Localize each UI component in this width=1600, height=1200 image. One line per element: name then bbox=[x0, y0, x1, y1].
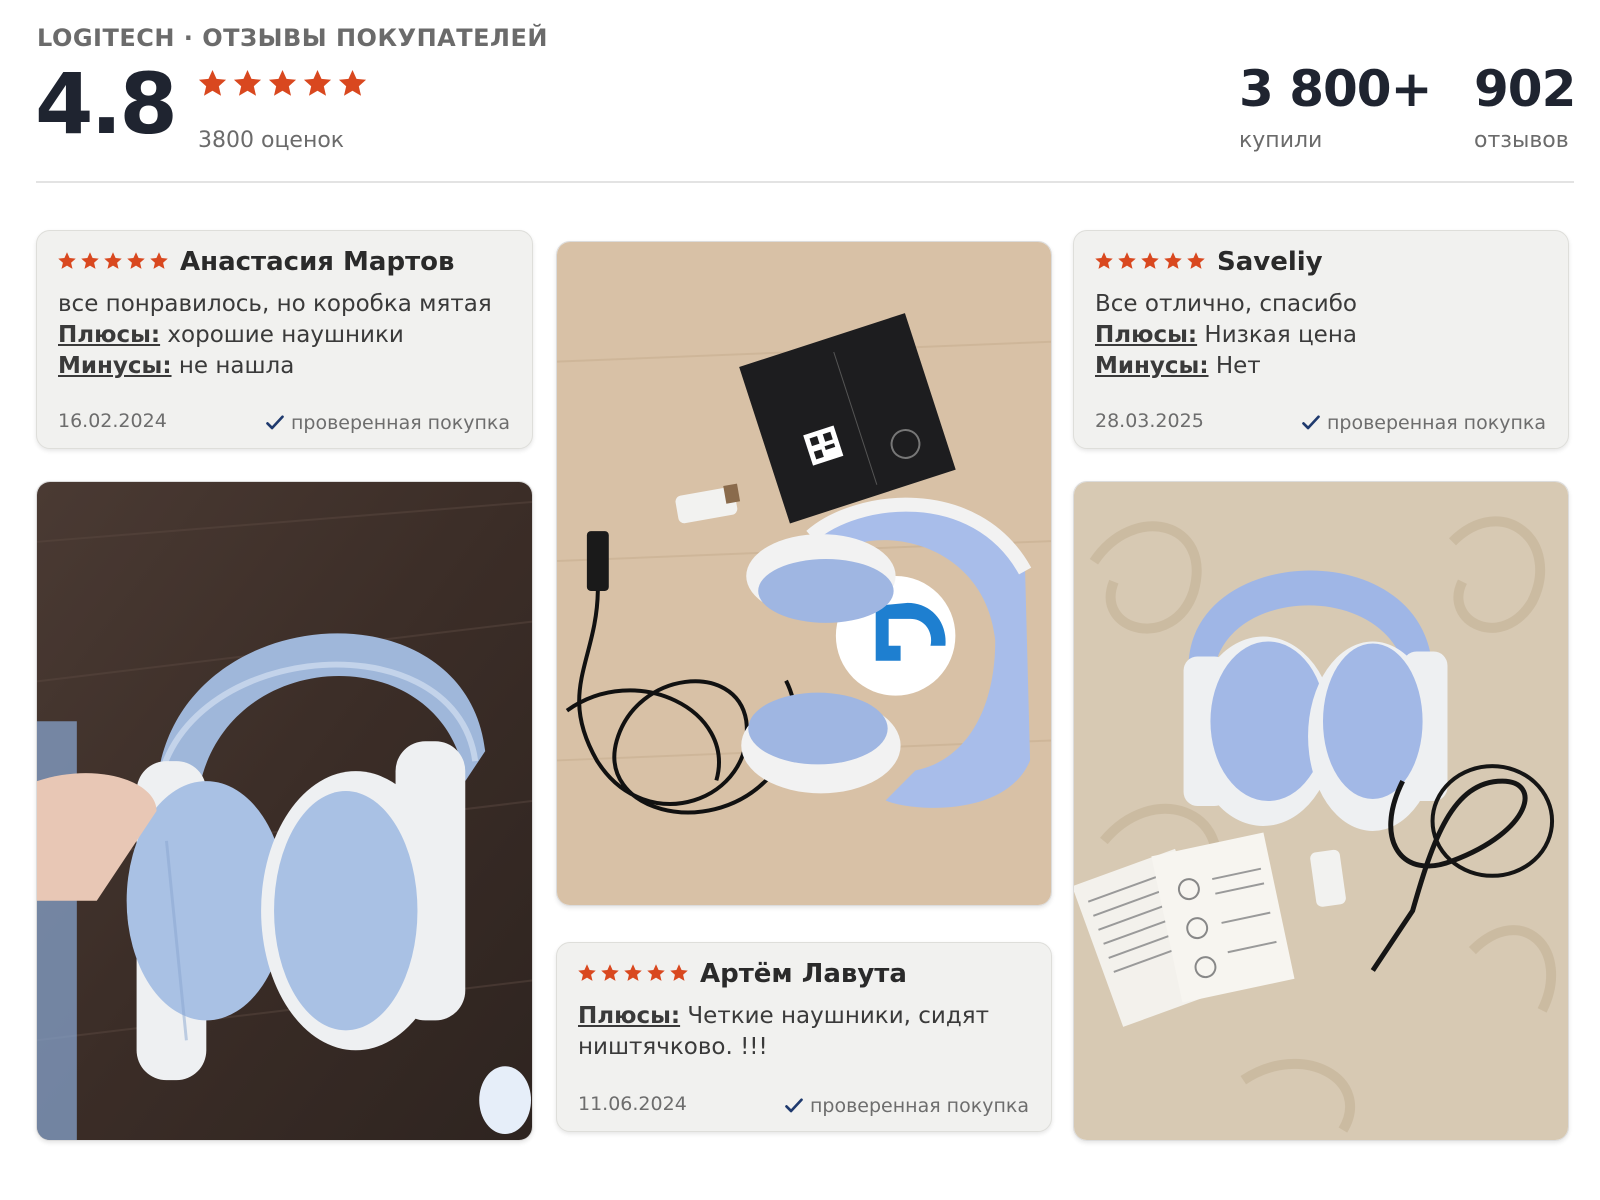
review-card[interactable]: Saveliy Все отлично, спасибо Плюсы: Низк… bbox=[1073, 230, 1569, 449]
reviews-count: 902 bbox=[1474, 60, 1576, 118]
buyers-stat: 3 800+ купили bbox=[1239, 60, 1432, 153]
review-author: Артём Лавута bbox=[700, 959, 907, 989]
review-date: 11.06.2024 bbox=[578, 1093, 687, 1115]
review-card[interactable]: Артём Лавута Плюсы: Четкие наушники, сид… bbox=[556, 942, 1052, 1132]
star-icon bbox=[1187, 252, 1205, 269]
star-icon bbox=[268, 69, 297, 96]
star-icon bbox=[624, 964, 642, 981]
review-author: Анастасия Мартов bbox=[180, 247, 455, 277]
star-icon bbox=[338, 69, 367, 96]
verified-purchase: проверенная покупка bbox=[1301, 412, 1546, 434]
star-icon bbox=[1141, 252, 1159, 269]
star-icon bbox=[233, 69, 262, 96]
review-stars bbox=[57, 251, 169, 271]
pros-text: хорошие наушники bbox=[167, 322, 404, 348]
verified-purchase: проверенная покупка bbox=[784, 1095, 1029, 1117]
review-text: все понравилось, но коробка мятая bbox=[58, 291, 492, 317]
review-pros: Плюсы: хорошие наушники bbox=[58, 320, 514, 351]
headphones-unboxing-photo bbox=[557, 242, 1051, 905]
checkmark-icon bbox=[1302, 415, 1320, 430]
review-cons: Минусы: не нашла bbox=[58, 351, 514, 382]
review-date: 28.03.2025 bbox=[1095, 410, 1204, 432]
star-icon bbox=[81, 252, 99, 269]
cons-text: не нашла bbox=[178, 353, 295, 379]
star-icon bbox=[601, 964, 619, 981]
checkmark-icon bbox=[785, 1098, 803, 1113]
star-icon bbox=[647, 964, 665, 981]
star-icon bbox=[58, 252, 76, 269]
pros-label: Плюсы: bbox=[1095, 322, 1198, 348]
review-body: все понравилось, но коробка мятая Плюсы:… bbox=[58, 289, 514, 382]
reviews-label: отзывов bbox=[1474, 128, 1569, 153]
headphones-photo bbox=[37, 482, 532, 1140]
review-date: 16.02.2024 bbox=[58, 410, 167, 432]
cons-label: Минусы: bbox=[1095, 353, 1209, 379]
review-author: Saveliy bbox=[1217, 247, 1323, 277]
ratings-count: 3800 оценок bbox=[198, 128, 345, 153]
star-icon bbox=[670, 964, 688, 981]
verified-label: проверенная покупка bbox=[809, 1095, 1029, 1117]
star-icon bbox=[1095, 252, 1113, 269]
star-icon bbox=[303, 69, 332, 96]
average-rating: 4.8 bbox=[35, 55, 178, 153]
review-body: Все отлично, спасибо Плюсы: Низкая цена … bbox=[1095, 289, 1550, 382]
star-icon bbox=[1118, 252, 1136, 269]
rating-stars bbox=[197, 68, 368, 99]
star-icon bbox=[578, 964, 596, 981]
review-pros: Плюсы: Четкие наушники, сидят ништячково… bbox=[578, 1001, 1033, 1063]
review-cons: Минусы: Нет bbox=[1095, 351, 1550, 382]
review-text: Все отлично, спасибо bbox=[1095, 291, 1357, 317]
headphones-carpet-photo bbox=[1074, 482, 1568, 1140]
pros-label: Плюсы: bbox=[578, 1003, 681, 1029]
review-stars bbox=[1094, 251, 1206, 271]
brand-title: LOGITECH · ОТЗЫВЫ ПОКУПАТЕЛЕЙ bbox=[37, 24, 548, 52]
verified-label: проверенная покупка bbox=[290, 412, 510, 434]
review-body: Плюсы: Четкие наушники, сидят ништячково… bbox=[578, 1001, 1033, 1063]
review-photo-right[interactable] bbox=[1073, 481, 1569, 1141]
star-icon bbox=[127, 252, 145, 269]
rating-summary: LOGITECH · ОТЗЫВЫ ПОКУПАТЕЛЕЙ 4.8 3800 о… bbox=[35, 24, 1576, 184]
buyers-count: 3 800+ bbox=[1239, 60, 1432, 118]
verified-purchase: проверенная покупка bbox=[265, 412, 510, 434]
pros-text: Низкая цена bbox=[1204, 322, 1357, 348]
cons-label: Минусы: bbox=[58, 353, 172, 379]
star-icon bbox=[150, 252, 168, 269]
reviews-stat: 902 отзывов bbox=[1474, 60, 1576, 153]
star-icon bbox=[198, 69, 227, 96]
header-divider bbox=[36, 181, 1574, 183]
star-icon bbox=[1164, 252, 1182, 269]
review-stars bbox=[577, 963, 689, 983]
buyers-label: купили bbox=[1239, 128, 1323, 153]
cons-text: Нет bbox=[1215, 353, 1261, 379]
star-icon bbox=[104, 252, 122, 269]
review-pros: Плюсы: Низкая цена bbox=[1095, 320, 1550, 351]
checkmark-icon bbox=[266, 415, 284, 430]
review-photo-center[interactable] bbox=[556, 241, 1052, 906]
verified-label: проверенная покупка bbox=[1326, 412, 1546, 434]
pros-label: Плюсы: bbox=[58, 322, 161, 348]
review-card[interactable]: Анастасия Мартов все понравилось, но кор… bbox=[36, 230, 533, 449]
review-photo-left[interactable] bbox=[36, 481, 533, 1141]
